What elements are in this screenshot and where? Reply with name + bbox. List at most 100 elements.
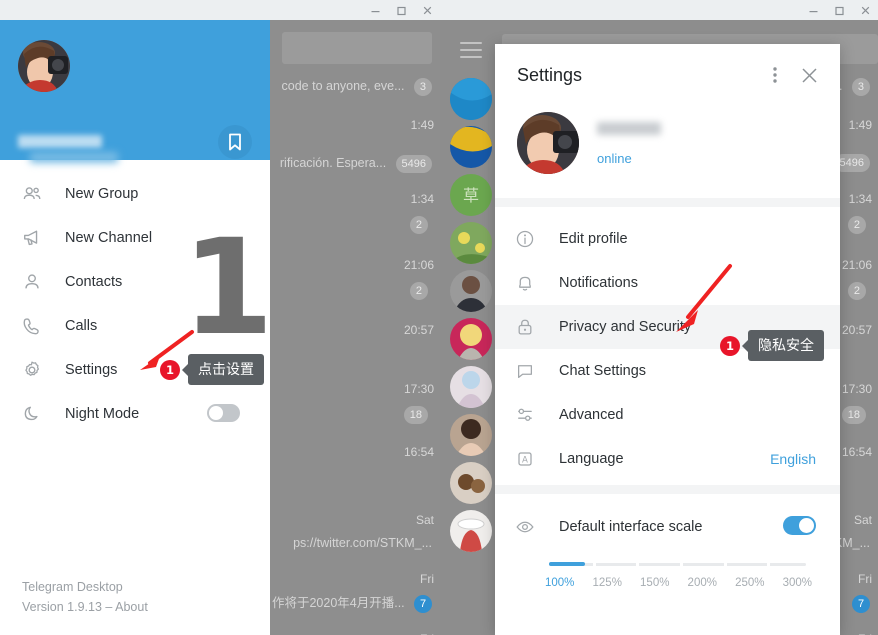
night-mode-toggle[interactable]	[207, 404, 240, 422]
avatar[interactable]: 草	[450, 174, 492, 216]
bookmark-icon[interactable]	[218, 125, 252, 159]
avatar[interactable]	[450, 366, 492, 408]
gear-icon	[22, 360, 54, 380]
chat-time: Fri	[420, 572, 434, 586]
settings-row-advanced[interactable]: Advanced	[495, 393, 840, 437]
chat-list-item[interactable]: rificación. Espera... 5496	[280, 155, 432, 173]
chat-list-item[interactable]: 1:34	[849, 192, 872, 206]
menu-profile-header	[0, 20, 270, 163]
chat-time: 17:30	[403, 382, 434, 396]
chat-list-item[interactable]: Sat	[854, 513, 872, 527]
profile-status: online	[597, 151, 632, 166]
chat-list-item[interactable]: 1:49	[849, 118, 872, 132]
chat-list-item[interactable]: 作将于2020年4月开播... 7	[272, 595, 432, 613]
chat-list-item[interactable]: Sat	[416, 513, 434, 527]
avatar[interactable]	[517, 112, 579, 174]
chat-list-item[interactable]: 16:54	[842, 445, 872, 459]
chat-list-item[interactable]: ps://twitter.com/STKM_...	[293, 536, 432, 550]
phone-icon	[22, 316, 54, 336]
slider-track	[549, 563, 806, 566]
chat-time: Sat	[853, 513, 872, 527]
close-icon[interactable]	[792, 58, 826, 92]
chat-avatar-rail: 草	[440, 40, 498, 635]
avatar[interactable]	[18, 40, 70, 92]
chat-list-item[interactable]: 16:54	[404, 445, 434, 459]
close-icon[interactable]	[852, 0, 878, 20]
avatar[interactable]	[450, 270, 492, 312]
chat-time: 21:06	[841, 258, 872, 272]
app-version[interactable]: Version 1.9.13 – About	[22, 597, 148, 617]
profile-name-blurred	[597, 122, 661, 135]
menu-item-new-group[interactable]: New Group	[0, 172, 270, 216]
avatar[interactable]	[450, 126, 492, 168]
telegram-window-right: 草 3 1:49 5496 1:34 2 21:06 2 20:57 17:30…	[440, 0, 878, 635]
settings-row-notifications[interactable]: Notifications	[495, 261, 840, 305]
search-bar-dim	[282, 32, 432, 64]
chat-list-item[interactable]: 1:34	[411, 192, 434, 206]
chat-list-item[interactable]: 17:30	[404, 382, 434, 396]
scale-option-125[interactable]: 125%	[593, 577, 622, 589]
scale-option-150[interactable]: 150%	[640, 577, 669, 589]
unread-badge-wrap: 7	[852, 595, 870, 613]
menu-item-night-mode[interactable]: Night Mode	[0, 392, 270, 436]
callout-number: 1	[720, 335, 740, 356]
settings-row-value[interactable]: English	[770, 451, 816, 467]
menu-item-calls[interactable]: Calls	[0, 304, 270, 348]
avatar[interactable]	[450, 318, 492, 360]
chat-list-item[interactable]: 1:49	[411, 118, 434, 132]
menu-item-label: Night Mode	[65, 406, 140, 422]
scale-option-200[interactable]: 200%	[688, 577, 717, 589]
chat-list-item[interactable]: 17:30	[842, 382, 872, 396]
scale-option-250[interactable]: 250%	[735, 577, 764, 589]
svg-text:草: 草	[463, 186, 479, 205]
chat-time: 17:30	[841, 382, 872, 396]
scale-option-100[interactable]: 100%	[545, 577, 574, 589]
screen-root: code to anyone, eve... 3 1:49 rificación…	[0, 0, 878, 635]
divider	[495, 485, 840, 494]
unread-badge: 2	[847, 216, 866, 234]
chat-time: 20:57	[841, 323, 872, 337]
avatar[interactable]	[450, 78, 492, 120]
menu-item-new-channel[interactable]: New Channel	[0, 216, 270, 260]
titlebar-left	[0, 0, 440, 20]
settings-row-language[interactable]: A Language English	[495, 437, 840, 481]
chat-list-item[interactable]: 21:06	[842, 258, 872, 272]
chat-list-item[interactable]: Fri	[420, 572, 434, 586]
menu-item-contacts[interactable]: Contacts	[0, 260, 270, 304]
callout-tip: 隐私安全	[742, 330, 824, 361]
unread-badge-wrap: 18	[841, 406, 866, 424]
avatar[interactable]	[450, 414, 492, 456]
chat-snippet: ps://twitter.com/STKM_...	[293, 536, 432, 550]
scale-option-300[interactable]: 300%	[783, 577, 812, 589]
interface-scale-toggle[interactable]	[783, 516, 816, 535]
settings-row-edit-profile[interactable]: Edit profile	[495, 217, 840, 261]
info-icon	[515, 229, 545, 249]
minimize-icon[interactable]	[800, 0, 826, 20]
menu-item-label: Calls	[65, 318, 98, 334]
close-icon[interactable]	[414, 0, 440, 20]
profile-phone-blurred	[30, 152, 118, 163]
minimize-icon[interactable]	[362, 0, 388, 20]
unread-badge-wrap: 18	[403, 406, 428, 424]
chat-list-item[interactable]: 20:57	[404, 323, 434, 337]
maximize-icon[interactable]	[826, 0, 852, 20]
unread-badge-wrap: 2	[409, 282, 428, 300]
more-vertical-icon[interactable]	[758, 58, 792, 92]
maximize-icon[interactable]	[388, 0, 414, 20]
chat-list-item[interactable]: Fri	[858, 572, 872, 586]
megaphone-icon	[22, 228, 54, 248]
avatar[interactable]	[450, 462, 492, 504]
avatar[interactable]	[450, 510, 492, 552]
chat-list-item[interactable]: 21:06	[404, 258, 434, 272]
profile-name-blurred	[18, 135, 102, 148]
callout-tip: 点击设置	[182, 354, 264, 385]
interface-scale-slider[interactable]	[549, 562, 806, 566]
page-title: Settings	[517, 64, 583, 85]
chat-list-item[interactable]: code to anyone, eve... 3	[282, 78, 432, 96]
menu-item-label: New Channel	[65, 230, 153, 246]
unread-badge: 2	[409, 282, 428, 300]
settings-header: Settings	[495, 44, 840, 106]
lock-icon	[515, 317, 545, 337]
avatar[interactable]	[450, 222, 492, 264]
chat-list-item[interactable]: 20:57	[842, 323, 872, 337]
